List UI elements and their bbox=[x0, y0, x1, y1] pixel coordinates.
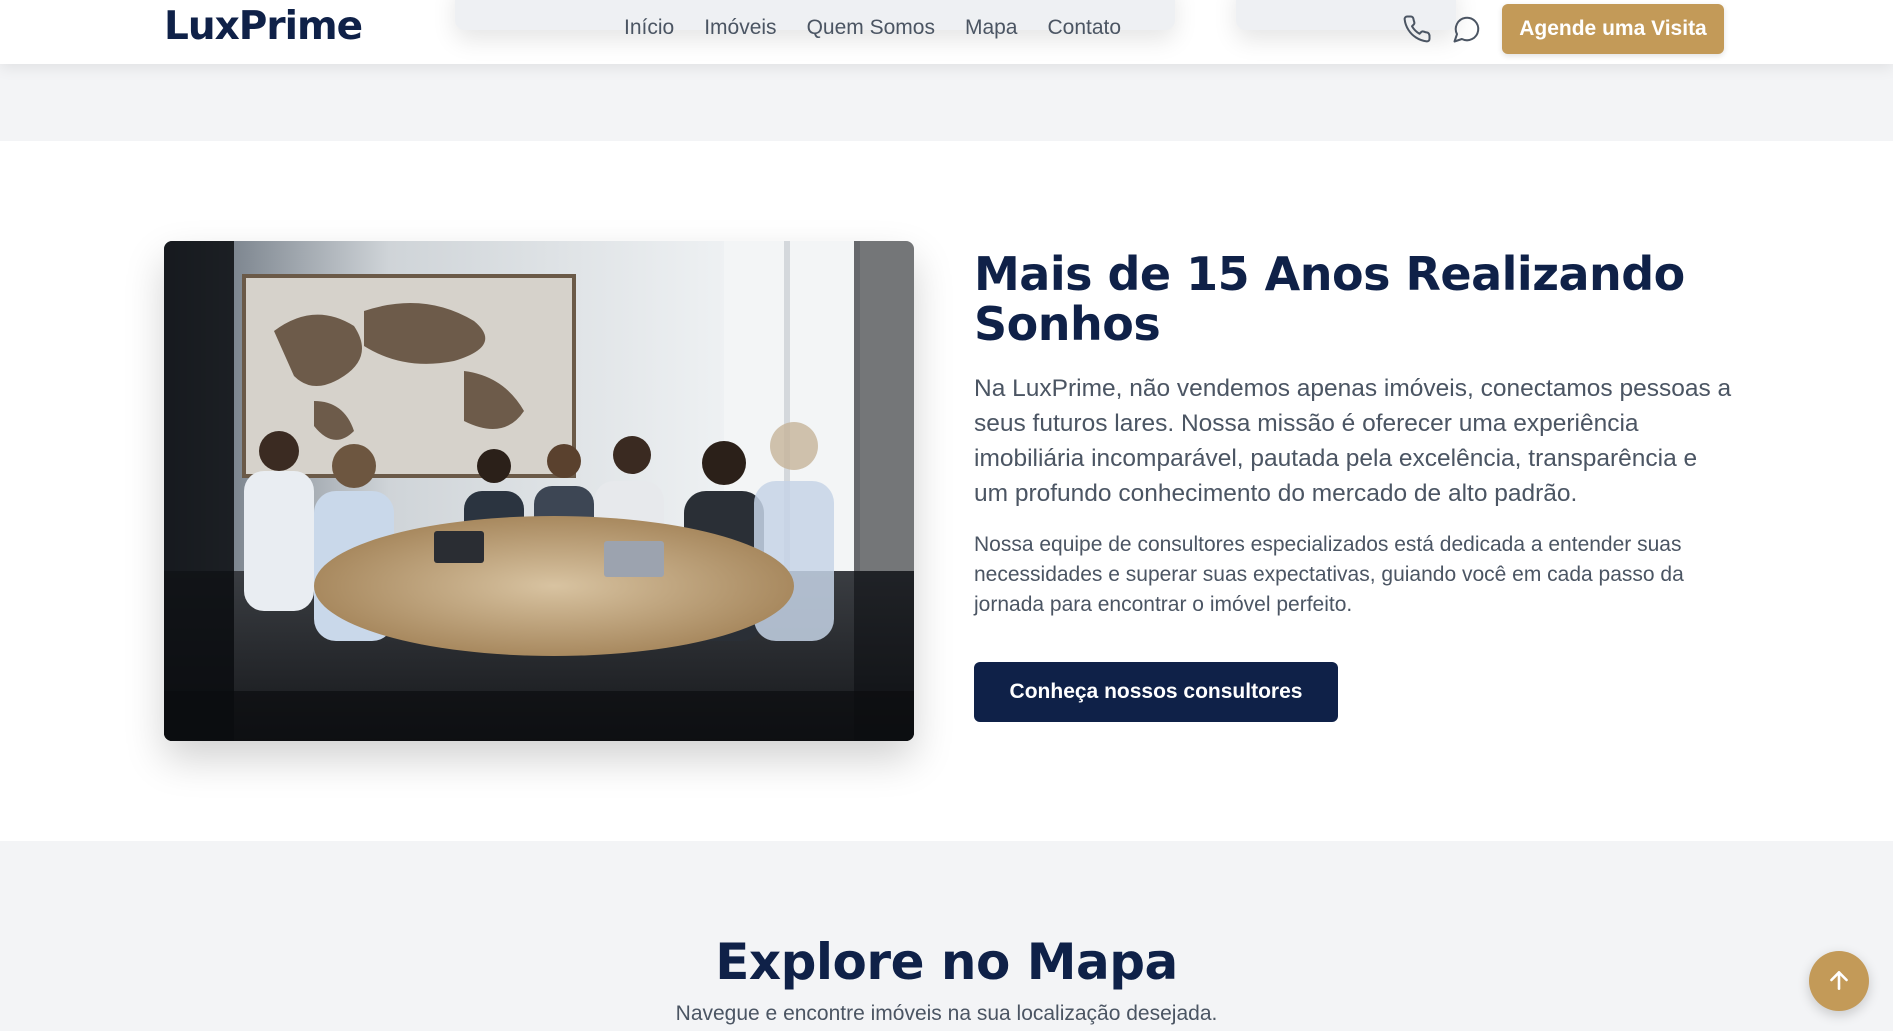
meet-consultants-button[interactable]: Conheça nossos consultores bbox=[974, 662, 1338, 722]
about-body-paragraph: Nossa equipe de consultores especializad… bbox=[974, 533, 1684, 616]
chat-bubble-icon[interactable] bbox=[1451, 13, 1483, 45]
back-to-top-button[interactable] bbox=[1809, 951, 1869, 1011]
arrow-up-icon bbox=[1826, 967, 1852, 996]
team-meeting-photo bbox=[164, 241, 914, 741]
map-section: Explore no Mapa Navegue e encontre imóve… bbox=[0, 841, 1893, 1031]
nav-link-contato[interactable]: Contato bbox=[1047, 16, 1121, 40]
map-section-subtitle: Navegue e encontre imóveis na sua locali… bbox=[675, 1002, 1218, 1025]
nav-link-mapa[interactable]: Mapa bbox=[965, 16, 1018, 40]
nav-link-quem-somos[interactable]: Quem Somos bbox=[807, 16, 935, 40]
site-header: LuxPrime Início Imóveis Quem Somos Mapa … bbox=[0, 0, 1893, 64]
nav-link-inicio[interactable]: Início bbox=[624, 16, 674, 40]
phone-icon[interactable] bbox=[1401, 13, 1433, 45]
about-lead-paragraph: Na LuxPrime, não vendemos apenas imóveis… bbox=[974, 375, 1732, 507]
schedule-visit-button[interactable]: Agende uma Visita bbox=[1502, 4, 1724, 54]
about-title: Mais de 15 Anos Realizando Sonhos bbox=[974, 247, 1685, 351]
map-section-title: Explore no Mapa bbox=[715, 933, 1178, 991]
about-section: Mais de 15 Anos Realizando Sonhos Na Lux… bbox=[0, 141, 1893, 841]
site-logo[interactable]: LuxPrime bbox=[164, 4, 363, 49]
main-nav: Início Imóveis Quem Somos Mapa Contato bbox=[624, 16, 1121, 40]
nav-link-imoveis[interactable]: Imóveis bbox=[704, 16, 776, 40]
